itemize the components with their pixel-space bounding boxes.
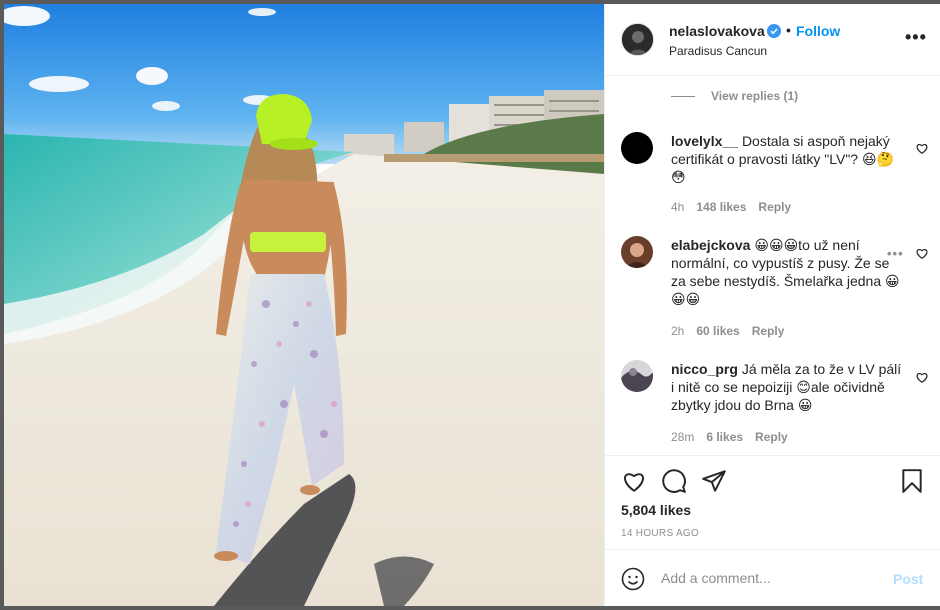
author-username[interactable]: nelaslovakova — [669, 23, 765, 39]
view-replies-label: View replies (1) — [711, 89, 799, 103]
reply-button[interactable]: Reply — [752, 324, 785, 338]
like-comment-heart-icon[interactable] — [915, 141, 929, 155]
instagram-post: nelaslovakova • Follow Paradisus Cancun … — [4, 4, 940, 606]
comment-meta: 4h 148 likes Reply — [671, 200, 803, 214]
add-comment-input[interactable] — [661, 565, 881, 591]
post-header: nelaslovakova • Follow Paradisus Cancun … — [605, 4, 940, 76]
commenter-username[interactable]: lovelylx__ — [671, 133, 738, 149]
verified-badge-icon — [767, 24, 781, 38]
post-photo[interactable] — [4, 4, 604, 606]
post-comment-button[interactable]: Post — [893, 571, 923, 587]
comment-body: lovelylx__ Dostala si aspoň nejaký certif… — [671, 132, 903, 186]
comment-options-icon[interactable]: ••• — [887, 246, 904, 261]
header-separator: • — [786, 22, 791, 38]
avatar-image — [621, 236, 653, 268]
like-heart-icon[interactable] — [621, 468, 647, 494]
comment-time: 4h — [671, 200, 685, 214]
commenter-avatar[interactable] — [621, 236, 653, 268]
like-comment-heart-icon[interactable] — [915, 370, 929, 384]
comment-likes[interactable]: 6 likes — [706, 430, 743, 444]
comment-time: 2h — [671, 324, 685, 338]
avatar-image — [622, 24, 653, 55]
comment-time: 28m — [671, 430, 695, 444]
comment-body: nicco_prg Já měla za to že v LV pálí i ni… — [671, 360, 903, 414]
comment-meta: 2h 60 likes Reply — [671, 324, 796, 338]
comment-likes[interactable]: 60 likes — [696, 324, 739, 338]
beach-photo-image — [4, 4, 604, 606]
comment-composer: Post — [605, 549, 940, 606]
avatar-image — [621, 360, 653, 392]
comment-bubble-icon[interactable] — [661, 468, 687, 494]
comment-likes[interactable]: 148 likes — [696, 200, 746, 214]
comment-body: elabejckova 😀😀😀to už není normální, co vy… — [671, 236, 903, 308]
view-replies-link[interactable]: View replies (1) — [671, 89, 798, 103]
comment-meta: 28m 6 likes Reply — [671, 430, 800, 444]
likes-count[interactable]: 5,804 likes — [621, 502, 691, 518]
emoji-smiley-icon[interactable] — [621, 567, 645, 591]
reply-button[interactable]: Reply — [755, 430, 788, 444]
author-avatar[interactable] — [621, 23, 654, 56]
more-options-icon[interactable]: ••• — [905, 28, 927, 46]
commenter-avatar[interactable] — [621, 132, 653, 164]
reply-button[interactable]: Reply — [758, 200, 791, 214]
post-side-panel: nelaslovakova • Follow Paradisus Cancun … — [604, 4, 940, 606]
post-location[interactable]: Paradisus Cancun — [669, 44, 767, 58]
follow-button[interactable]: Follow — [796, 23, 840, 39]
save-bookmark-icon[interactable] — [899, 468, 925, 494]
commenter-username[interactable]: nicco_prg — [671, 361, 738, 377]
commenter-username[interactable]: elabejckova — [671, 237, 750, 253]
replies-line — [671, 96, 695, 98]
commenter-avatar[interactable] — [621, 360, 653, 392]
post-timestamp[interactable]: 14 HOURS AGO — [621, 528, 699, 539]
like-comment-heart-icon[interactable] — [915, 246, 929, 260]
share-send-icon[interactable] — [701, 468, 727, 494]
